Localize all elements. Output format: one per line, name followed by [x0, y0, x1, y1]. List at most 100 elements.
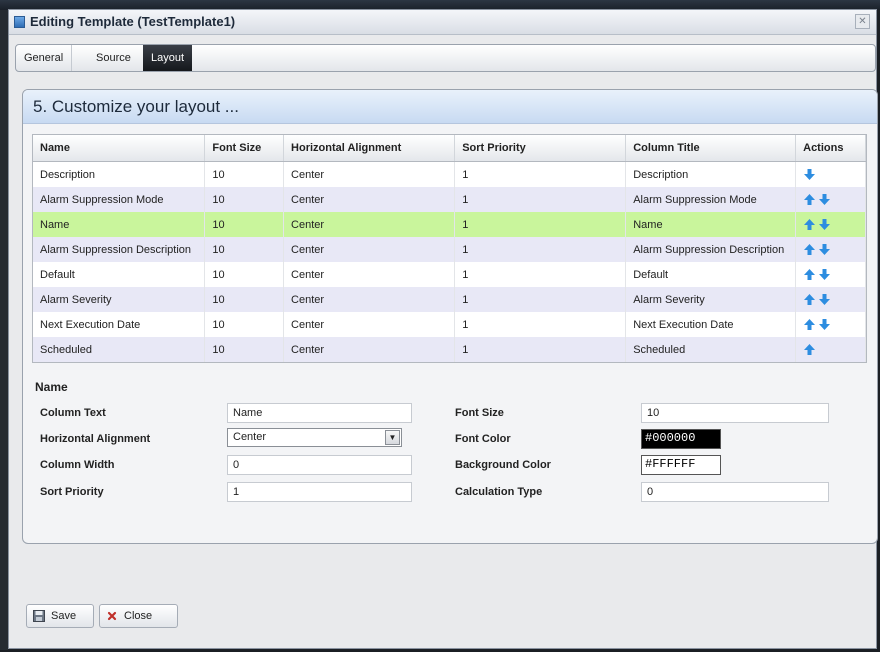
table-row[interactable]: Alarm Severity 10 Center 1 Alarm Severity [33, 287, 866, 312]
cell-horizontal-alignment: Center [283, 312, 456, 337]
column-properties-form: Name Column Text Horizontal Alignment Ce… [34, 380, 864, 520]
cell-name: Description [33, 161, 206, 187]
calculation-type-input[interactable] [641, 482, 829, 502]
table-row[interactable]: Description 10 Center 1 Description [33, 161, 866, 187]
section-title: 5. Customize your layout ... [33, 97, 239, 116]
tab-general[interactable]: General [16, 45, 73, 71]
cell-name: Next Execution Date [33, 312, 206, 337]
cell-horizontal-alignment: Center [283, 287, 456, 312]
table-row[interactable]: Next Execution Date 10 Center 1 Next Executi… [33, 312, 866, 337]
cell-name: Name [33, 212, 206, 237]
dialog-close-icon[interactable]: ✕ [855, 14, 870, 29]
cell-actions [795, 262, 866, 287]
close-button-label: Close [124, 610, 153, 622]
tab-layout[interactable]: Layout [143, 45, 193, 71]
arrow-down-icon[interactable] [818, 268, 831, 281]
cell-actions [795, 161, 866, 187]
arrow-up-icon[interactable] [803, 343, 816, 356]
header-name[interactable]: Name [33, 135, 206, 162]
column-width-input[interactable] [227, 455, 412, 475]
tab-source[interactable]: Source [88, 45, 139, 71]
arrow-down-icon[interactable] [818, 193, 831, 206]
header-column-title[interactable]: Column Title [625, 135, 797, 162]
table-header-row: Name Font Size Horizontal Alignment Sort… [33, 135, 866, 162]
column-text-input[interactable] [227, 403, 412, 423]
horizontal-alignment-select[interactable]: Center ▼ [227, 428, 402, 447]
arrow-up-icon[interactable] [803, 218, 816, 231]
cell-sort-priority: 1 [454, 161, 627, 187]
table-row[interactable]: Alarm Suppression Mode 10 Center 1 Alarm Sup… [33, 187, 866, 212]
arrow-up-icon[interactable] [803, 268, 816, 281]
table-row[interactable]: Default 10 Center 1 Default [33, 262, 866, 287]
background-edge [0, 10, 8, 650]
cell-column-title: Scheduled [625, 337, 797, 362]
cell-name: Alarm Severity [33, 287, 206, 312]
header-horizontal-alignment[interactable]: Horizontal Alignment [283, 135, 456, 162]
arrow-up-icon[interactable] [803, 193, 816, 206]
table-row[interactable]: Scheduled 10 Center 1 Scheduled [33, 337, 866, 362]
cell-column-title: Description [625, 161, 797, 187]
floppy-disk-icon [33, 610, 45, 622]
sort-priority-input[interactable] [227, 482, 412, 502]
cell-actions [795, 337, 866, 362]
header-actions: Actions [795, 135, 866, 162]
template-icon [14, 16, 25, 28]
dialog-title: Editing Template (TestTemplate1) [30, 14, 236, 29]
arrow-up-icon[interactable] [803, 293, 816, 306]
cell-sort-priority: 1 [454, 237, 627, 262]
font-size-input[interactable] [641, 403, 829, 423]
cell-font-size: 10 [204, 237, 285, 262]
cell-horizontal-alignment: Center [283, 337, 456, 362]
column-width-label: Column Width [40, 459, 115, 471]
arrow-down-icon[interactable] [818, 293, 831, 306]
cell-actions [795, 287, 866, 312]
cell-sort-priority: 1 [454, 337, 627, 362]
arrow-up-icon[interactable] [803, 318, 816, 331]
cell-font-size: 10 [204, 212, 285, 237]
chevron-down-icon[interactable]: ▼ [385, 430, 400, 445]
header-font-size[interactable]: Font Size [204, 135, 285, 162]
header-sort-priority[interactable]: Sort Priority [454, 135, 627, 162]
calculation-type-label: Calculation Type [455, 486, 543, 498]
cell-font-size: 10 [204, 262, 285, 287]
background-color-picker[interactable]: #FFFFFF [641, 455, 721, 475]
dialog-titlebar: Editing Template (TestTemplate1) ✕ [9, 10, 876, 35]
table-row[interactable]: Name 10 Center 1 Name [33, 212, 866, 237]
cell-column-title: Default [625, 262, 797, 287]
cell-font-size: 10 [204, 337, 285, 362]
cell-column-title: Alarm Suppression Description [625, 237, 797, 262]
cell-horizontal-alignment: Center [283, 161, 456, 187]
horizontal-alignment-label: Horizontal Alignment [40, 433, 151, 445]
cell-font-size: 10 [204, 287, 285, 312]
cell-sort-priority: 1 [454, 212, 627, 237]
layout-panel: 5. Customize your layout ... Name Font S… [22, 89, 878, 544]
cell-sort-priority: 1 [454, 287, 627, 312]
save-button[interactable]: Save [26, 604, 94, 628]
font-color-picker[interactable]: #000000 [641, 429, 721, 449]
cell-actions [795, 237, 866, 262]
cell-name: Default [33, 262, 206, 287]
arrow-down-icon[interactable] [803, 168, 816, 181]
horizontal-alignment-value: Center [233, 431, 267, 443]
cell-name: Alarm Suppression Mode [33, 187, 206, 212]
columns-table: Name Font Size Horizontal Alignment Sort… [32, 134, 867, 363]
table-row[interactable]: Alarm Suppression Description 10 Center 1 Al… [33, 237, 866, 262]
cell-name: Scheduled [33, 337, 206, 362]
close-button[interactable]: Close [99, 604, 178, 628]
arrow-down-icon[interactable] [818, 318, 831, 331]
panel-header: 5. Customize your layout ... [23, 90, 877, 124]
cell-font-size: 10 [204, 312, 285, 337]
arrow-up-icon[interactable] [803, 243, 816, 256]
font-color-label: Font Color [455, 433, 511, 445]
cell-name: Alarm Suppression Description [33, 237, 206, 262]
arrow-down-icon[interactable] [818, 218, 831, 231]
cell-sort-priority: 1 [454, 262, 627, 287]
cell-horizontal-alignment: Center [283, 212, 456, 237]
arrow-down-icon[interactable] [818, 243, 831, 256]
cell-column-title: Alarm Severity [625, 287, 797, 312]
cell-actions [795, 187, 866, 212]
font-size-label: Font Size [455, 407, 504, 419]
sort-priority-label: Sort Priority [40, 486, 104, 498]
form-title: Name [35, 380, 68, 394]
cell-horizontal-alignment: Center [283, 262, 456, 287]
